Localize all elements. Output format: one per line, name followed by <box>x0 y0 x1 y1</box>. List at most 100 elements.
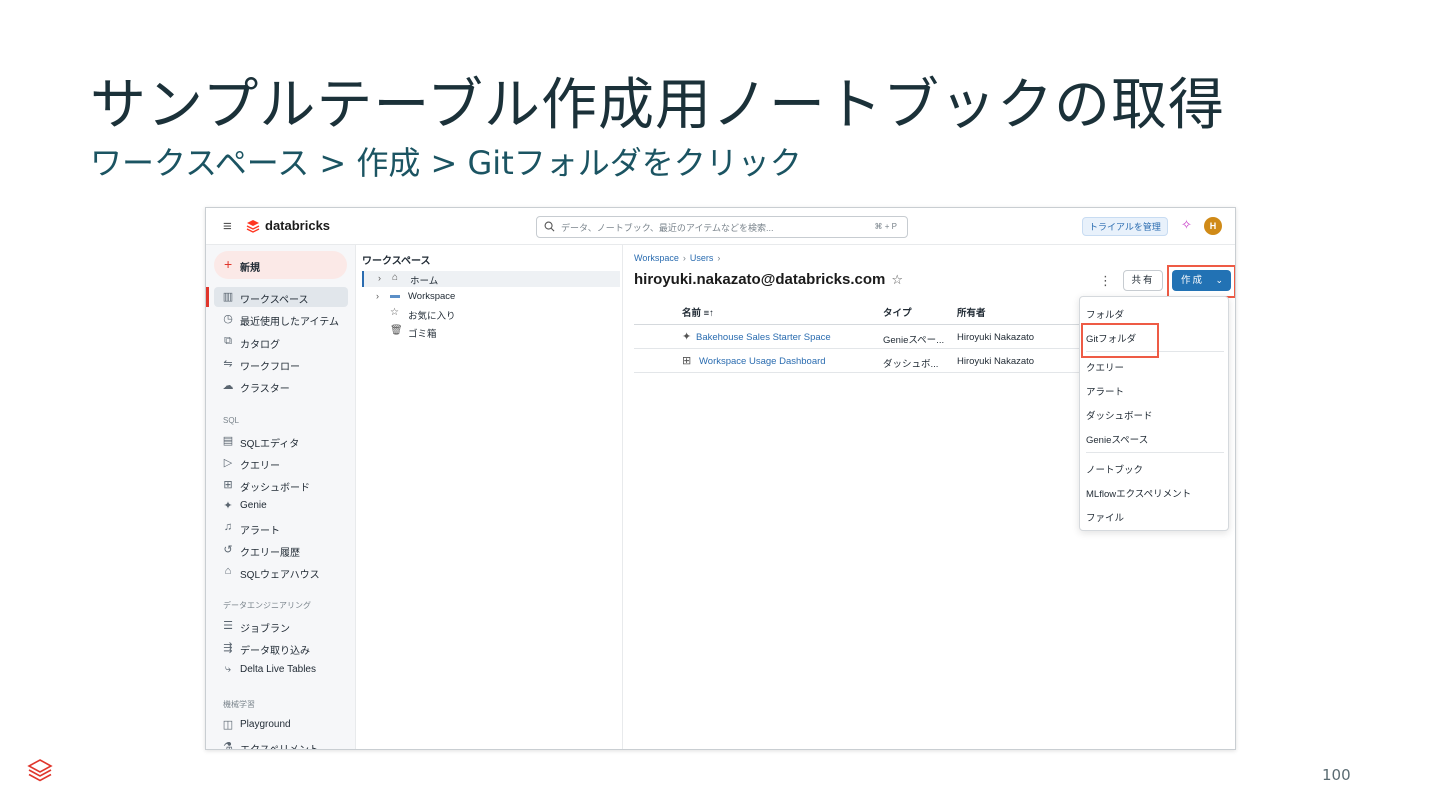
sidebar-item-label: ワークフロー <box>240 361 300 373</box>
sidebar-item-job-run[interactable]: ☰ ジョブラン <box>214 616 348 636</box>
avatar[interactable]: H <box>1204 217 1222 235</box>
row-owner: Hiroyuki Nakazato <box>957 356 1035 367</box>
page-title: hiroyuki.nakazato@databricks.com ☆ <box>634 271 903 288</box>
history-icon: ↺ <box>223 544 233 556</box>
sidebar-item-label: Genie <box>240 500 267 512</box>
tree-title: ワークスペース <box>362 256 431 267</box>
dashboard-icon: ⊞ <box>223 478 233 491</box>
sidebar-item-workflow[interactable]: ⇋ ワークフロー <box>214 354 348 374</box>
search-icon <box>544 221 555 232</box>
tree-item[interactable]: › ▬ Workspace <box>362 289 620 305</box>
genie-icon: ✦ <box>223 500 233 513</box>
tree-item-label: Workspace <box>408 291 456 302</box>
menu-item-notebook[interactable]: ノートブック <box>1086 462 1143 476</box>
tree-item[interactable]: › ⌂ ホーム <box>362 271 620 287</box>
breadcrumb-users[interactable]: Users <box>690 253 714 263</box>
page-title-text: hiroyuki.nakazato@databricks.com <box>634 271 886 288</box>
trash-icon: 🗑 <box>390 325 403 336</box>
sidebar-item-catalog[interactable]: ⧉ カタログ <box>214 332 348 352</box>
sidebar-item-dashboard[interactable]: ⊞ ダッシュボード <box>214 475 348 495</box>
new-button-label: 新規 <box>240 263 260 274</box>
chevron-right-icon[interactable]: › <box>376 291 379 301</box>
search-placeholder: データ、ノートブック、最近のアイテムなどを検索... <box>561 223 774 233</box>
share-button[interactable]: 共有 <box>1123 270 1163 291</box>
databricks-logo-icon <box>27 759 53 782</box>
sidebar-item-label: Playground <box>240 719 291 730</box>
genie-icon: ✦ <box>682 331 692 343</box>
dashboard-icon: ⊞ <box>682 355 692 367</box>
chevron-right-icon: › <box>717 253 721 263</box>
row-type: ダッシュボ... <box>883 359 939 370</box>
sidebar-item-label: クラスター <box>240 384 290 396</box>
sidebar-item-label: ジョブラン <box>240 624 290 635</box>
menu-item-alert[interactable]: アラート <box>1086 384 1124 398</box>
plus-icon: + <box>224 256 233 272</box>
sql-editor-icon: ▤ <box>222 435 234 447</box>
sidebar-item-cloud[interactable]: ☁ クラスター <box>214 376 348 396</box>
sidebar-item-label: アラート <box>240 526 280 538</box>
sidebar-item-label: クエリー <box>240 460 280 472</box>
manage-trial-button[interactable]: トライアルを管理 <box>1082 217 1168 236</box>
search-shortcut: ⌘ + P <box>874 222 897 231</box>
query-icon: ▷ <box>223 456 233 469</box>
dlt-icon: ⤷ <box>224 662 232 675</box>
star-icon[interactable]: ☆ <box>891 272 903 287</box>
sidebar-item-warehouse[interactable]: ⌂ SQLウェアハウス <box>214 562 348 582</box>
workflow-icon: ⇋ <box>223 357 233 370</box>
menu-item-query[interactable]: クエリー <box>1086 360 1124 374</box>
tree-item-label: ゴミ箱 <box>408 329 437 340</box>
assistant-sparkle-icon[interactable]: ✧ <box>1181 217 1192 233</box>
experiment-icon: ⚗ <box>223 740 233 750</box>
bell-icon: ♫ <box>223 521 233 534</box>
tree-item[interactable]: ☆ お気に入り <box>362 306 620 322</box>
section-sql: SQL <box>223 416 240 425</box>
sidebar-item-experiment[interactable]: ⚗ エクスペリメント <box>214 737 348 750</box>
kebab-menu-icon[interactable]: ⋮ <box>1099 273 1112 289</box>
menu-item-mlflow-experiment[interactable]: MLflowエクスペリメント <box>1086 486 1191 500</box>
search-input[interactable]: データ、ノートブック、最近のアイテムなどを検索... ⌘ + P <box>536 216 908 238</box>
job-run-icon: ☰ <box>223 620 233 632</box>
sidebar-item-dlt[interactable]: ⤷ Delta Live Tables <box>214 660 348 680</box>
sidebar-item-label: データ取り込み <box>240 645 310 657</box>
table-header: 名前 ≡↑ タイプ 所有者 <box>634 303 1082 325</box>
sidebar-item-label: SQLウェアハウス <box>240 569 320 581</box>
menu-item-dashboard[interactable]: ダッシュボード <box>1086 408 1153 422</box>
column-name-header[interactable]: 名前 ≡↑ <box>682 305 714 319</box>
brand-name: databricks <box>265 218 331 233</box>
sidebar-item-label: ワークスペース <box>240 295 309 306</box>
row-name-link[interactable]: Bakehouse Sales Starter Space <box>696 332 831 343</box>
table-row[interactable]: ✦ Bakehouse Sales Starter Space Genieスペー… <box>634 325 1082 349</box>
chevron-right-icon[interactable]: › <box>378 273 381 283</box>
menu-divider <box>1086 452 1224 453</box>
menu-icon[interactable]: ≡ <box>223 218 232 235</box>
row-owner: Hiroyuki Nakazato <box>957 332 1035 343</box>
menu-item-file[interactable]: ファイル <box>1086 510 1124 524</box>
highlight-create-button <box>1167 265 1235 298</box>
sidebar-item-genie[interactable]: ✦ Genie <box>214 496 348 516</box>
table-row[interactable]: ⊞ Workspace Usage Dashboard ダッシュボ... Hir… <box>634 349 1082 373</box>
screenshot-frame: ≡ databricks データ、ノートブック、最近のアイテムなどを検索... … <box>205 207 1236 750</box>
menu-item-genie-space[interactable]: Genieスペース <box>1086 432 1148 446</box>
sidebar-item-clock[interactable]: ◷ 最近使用したアイテム <box>214 309 348 329</box>
column-owner-header[interactable]: 所有者 <box>957 305 986 319</box>
sidebar-item-bell[interactable]: ♫ アラート <box>214 518 348 538</box>
sidebar-item-sql-editor[interactable]: ▤ SQLエディタ <box>214 431 348 451</box>
playground-icon: ◫ <box>222 719 234 731</box>
catalog-icon: ⧉ <box>224 334 232 347</box>
tree-item[interactable]: 🗑 ゴミ箱 <box>362 324 620 340</box>
sidebar-item-playground[interactable]: ◫ Playground <box>214 715 348 735</box>
breadcrumb-workspace[interactable]: Workspace <box>634 253 679 263</box>
sidebar-item-ingest[interactable]: ⇶ データ取り込み <box>214 638 348 658</box>
column-type-header[interactable]: タイプ <box>883 305 912 319</box>
new-button[interactable]: + 新規 <box>214 251 347 279</box>
menu-item-folder[interactable]: フォルダ <box>1086 307 1124 321</box>
sidebar-item-history[interactable]: ↺ クエリー履歴 <box>214 540 348 560</box>
folder-icon: ▬ <box>390 290 400 301</box>
tree-item-label: お気に入り <box>408 311 456 322</box>
top-bar: ≡ databricks データ、ノートブック、最近のアイテムなどを検索... … <box>206 208 1235 245</box>
databricks-logo-icon <box>246 220 260 233</box>
sidebar-item-workspace[interactable]: ▥ ワークスペース <box>206 287 348 307</box>
sidebar-item-query[interactable]: ▷ クエリー <box>214 453 348 473</box>
row-name-link[interactable]: Workspace Usage Dashboard <box>699 356 826 367</box>
section-data-engineering: データエンジニアリング <box>223 601 311 610</box>
